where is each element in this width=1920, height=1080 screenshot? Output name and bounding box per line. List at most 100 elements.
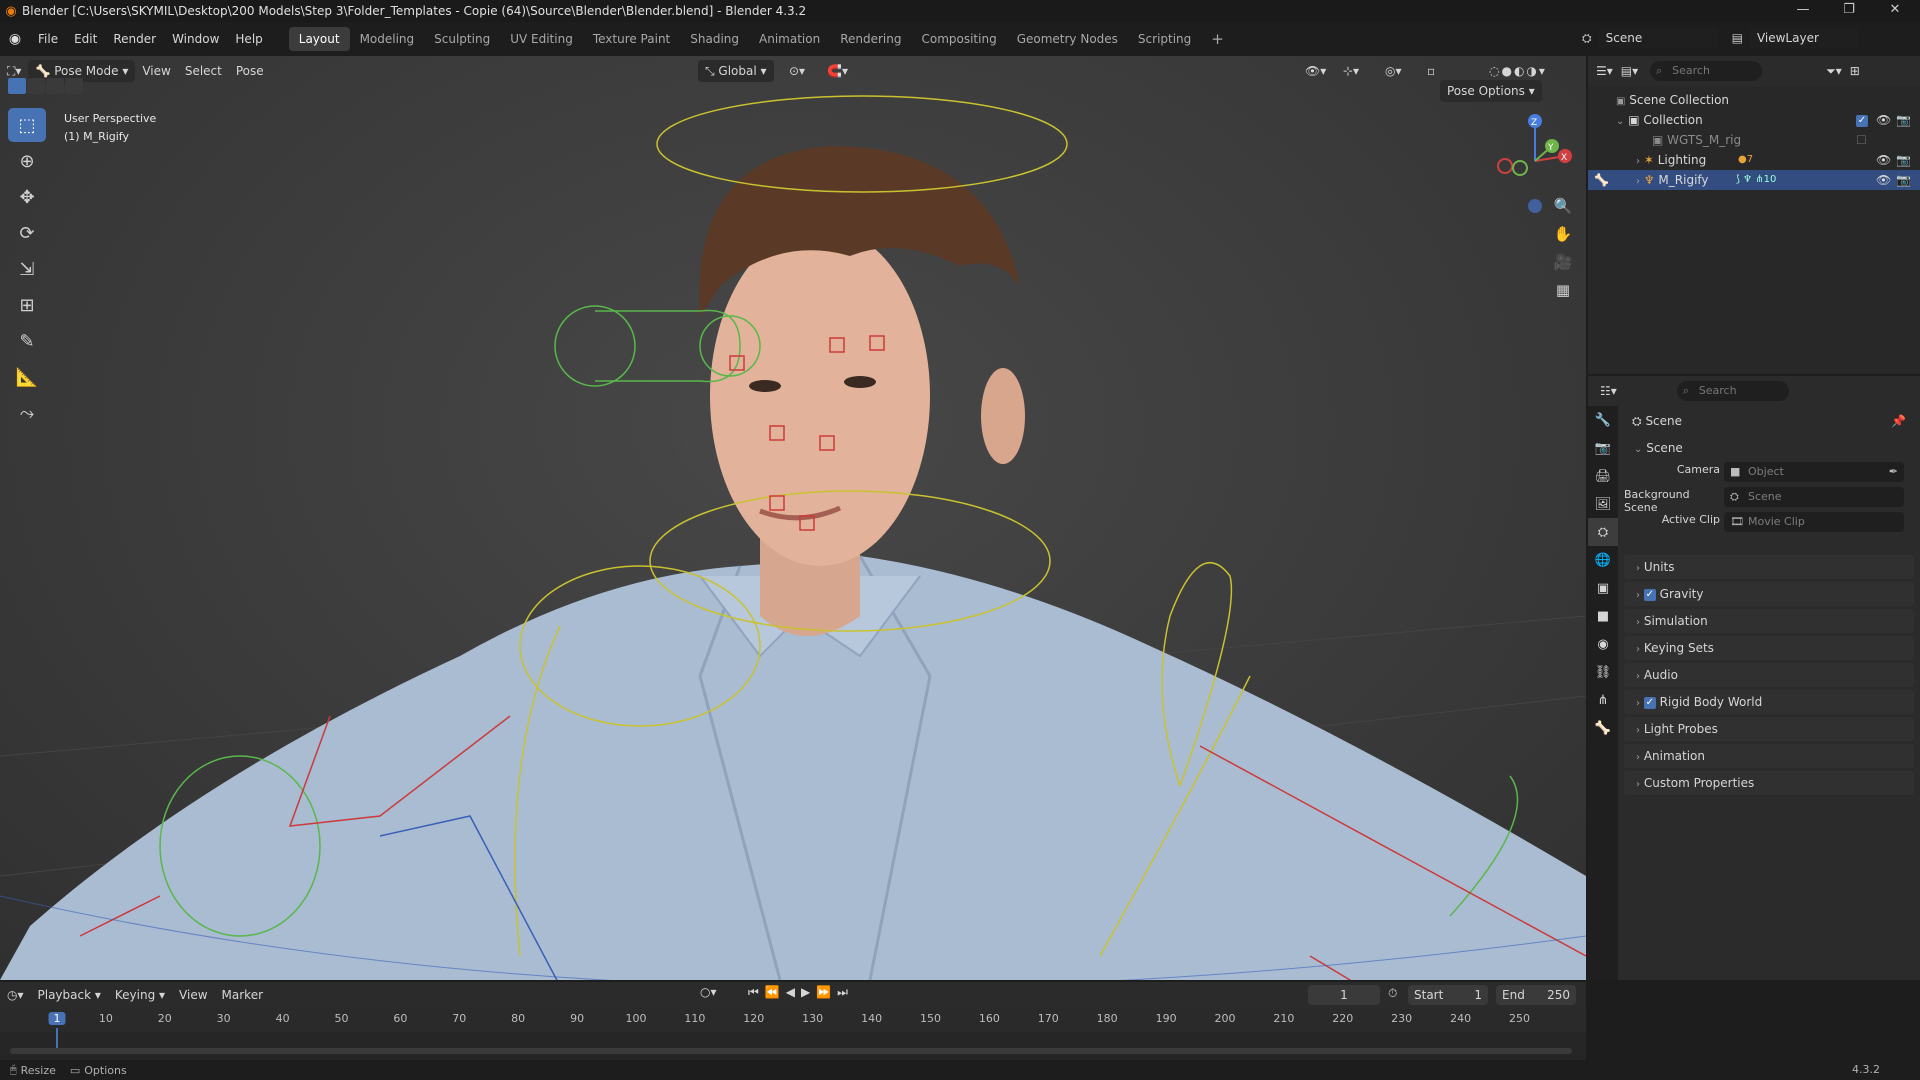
select-extend-icon[interactable] [27, 78, 45, 94]
menu-timeline-view[interactable]: View [172, 984, 214, 1006]
outliner-row-wgts[interactable]: ▣ WGTS_M_rig ☐ [1588, 130, 1920, 150]
menu-render[interactable]: Render [105, 27, 164, 51]
chevron-right-icon[interactable]: › [1636, 617, 1640, 628]
output-tab-icon[interactable]: 🖨 [1588, 462, 1618, 490]
chevron-right-icon[interactable]: › [1636, 644, 1640, 655]
outliner-row-collection[interactable]: ⌄ ▣ Collection ✓ 👁 📷 [1588, 110, 1920, 130]
transform-tool[interactable]: ⊞ [8, 288, 46, 322]
chevron-right-icon[interactable]: › [1636, 725, 1640, 736]
chevron-down-icon[interactable]: ⌄ [1634, 444, 1642, 455]
menu-pose[interactable]: Pose [229, 60, 271, 82]
timeline-scrollbar[interactable] [10, 1048, 1572, 1054]
chevron-right-icon[interactable]: › [1636, 698, 1640, 709]
tab-sculpting[interactable]: Sculpting [424, 27, 500, 51]
properties-search-input[interactable]: ⌕ Search [1676, 381, 1789, 401]
tab-modeling[interactable]: Modeling [350, 27, 425, 51]
select-intersect-icon[interactable] [65, 78, 83, 94]
tab-geometry-nodes[interactable]: Geometry Nodes [1007, 27, 1128, 51]
include-checkbox[interactable]: ✓ [1856, 110, 1868, 130]
menu-select[interactable]: Select [178, 60, 229, 82]
timeline-editor-icon[interactable]: ◷▾ [0, 984, 31, 1006]
tool-tab-icon[interactable]: 🔧 [1588, 406, 1618, 434]
render-camera-icon[interactable]: 📷 [1896, 150, 1911, 170]
frame-ruler[interactable]: 1 10 20 30 40 50 60 70 80 90 100 110 120 130 140 150 160… [0, 1008, 1586, 1032]
menu-playback[interactable]: Playback ▾ [31, 984, 108, 1006]
outliner-search-input[interactable]: ⌕ Search [1650, 61, 1763, 81]
menu-edit[interactable]: Edit [66, 27, 105, 51]
menu-window[interactable]: Window [164, 27, 227, 51]
end-frame-field[interactable]: End 250 [1496, 985, 1576, 1005]
cursor-tool[interactable]: ⊕ [8, 144, 46, 178]
tab-texture-paint[interactable]: Texture Paint [583, 27, 680, 51]
view-layer-tab-icon[interactable]: 🖼 [1588, 490, 1618, 518]
view-layer-selector[interactable]: ViewLayer [1748, 27, 1859, 49]
rotate-tool[interactable]: ⟳ [8, 216, 46, 250]
chevron-right-icon[interactable]: › [1636, 156, 1640, 167]
auto-keying-icon[interactable]: ○▾ [700, 985, 717, 999]
snap-icon[interactable]: 🧲▾ [820, 60, 855, 82]
chevron-right-icon[interactable]: › [1636, 752, 1640, 763]
panel-simulation[interactable]: › Simulation [1624, 609, 1914, 633]
menu-help[interactable]: Help [227, 27, 270, 51]
chevron-right-icon[interactable]: › [1636, 779, 1640, 790]
tab-animation[interactable]: Animation [749, 27, 830, 51]
eyedropper-icon[interactable]: ✒ [1889, 462, 1898, 482]
menu-marker[interactable]: Marker [215, 984, 270, 1006]
render-tab-icon[interactable]: 📷 [1588, 434, 1618, 462]
outliner-row-lighting[interactable]: › ✶ Lighting ●7 👁 📷 [1588, 150, 1920, 170]
chevron-right-icon[interactable]: › [1636, 671, 1640, 682]
pose-options-dropdown[interactable]: Pose Options ▾ [1440, 80, 1542, 102]
scene-selector[interactable]: Scene [1597, 27, 1718, 49]
xray-icon[interactable]: ▫ [1420, 60, 1442, 82]
tab-compositing[interactable]: Compositing [911, 27, 1006, 51]
visibility-eye-icon[interactable]: 👁 [1876, 150, 1891, 170]
panel-gravity[interactable]: › ✓ Gravity [1624, 582, 1914, 606]
new-collection-icon[interactable]: ⊞ [1850, 64, 1860, 78]
chevron-down-icon[interactable]: ⌄ [1616, 116, 1624, 127]
3d-viewport[interactable]: ⛶▾ 🦴 Pose Mode ▾ View Select Pose ⤡ Glob… [0, 56, 1586, 980]
scene-section-header[interactable]: ⌄ Scene [1624, 436, 1920, 460]
move-tool[interactable]: ✥ [8, 180, 46, 214]
relax-pose-tool[interactable]: ⤳ [8, 396, 46, 430]
properties-editor-icon[interactable]: ☷▾ [1600, 384, 1617, 398]
pivot-icon[interactable]: ⊙▾ [782, 60, 812, 82]
outliner-row-m-rigify[interactable]: 🦴 › ♆ M_Rigify ⟆ ♆ ⋔10 👁 📷 [1588, 170, 1920, 190]
gravity-checkbox[interactable]: ✓ [1643, 588, 1656, 601]
panel-audio[interactable]: › Audio [1624, 663, 1914, 687]
background-scene-field[interactable]: ⛭ Scene [1724, 487, 1904, 507]
zoom-icon[interactable]: 🔍 [1548, 192, 1578, 220]
outliner-row-scene-collection[interactable]: ▣ Scene Collection [1588, 90, 1920, 110]
shading-modes-icon[interactable]: ◌●◐◑▾ [1482, 60, 1554, 82]
panel-rigid-body-world[interactable]: › ✓ Rigid Body World [1624, 690, 1914, 714]
rigid-body-checkbox[interactable]: ✓ [1643, 696, 1656, 709]
select-new-icon[interactable] [8, 78, 26, 94]
filter-icon[interactable]: ⏷▾ [1826, 64, 1842, 79]
pan-hand-icon[interactable]: ✋ [1548, 220, 1578, 248]
add-workspace-button[interactable]: + [1201, 27, 1234, 51]
visibility-icon[interactable]: 👁▾ [1298, 60, 1333, 82]
tab-shading[interactable]: Shading [680, 27, 749, 51]
blender-menu-icon[interactable]: ◉ [0, 31, 30, 47]
gizmo-toggle-icon[interactable]: ⊹▾ [1336, 60, 1366, 82]
panel-light-probes[interactable]: › Light Probes [1624, 717, 1914, 741]
minimize-button[interactable]: — [1780, 0, 1826, 22]
overlay-toggle-icon[interactable]: ◎▾ [1378, 60, 1409, 82]
tab-layout[interactable]: Layout [288, 27, 350, 51]
menu-view[interactable]: View [135, 60, 177, 82]
visibility-eye-icon[interactable]: 👁 [1876, 170, 1891, 190]
active-clip-field[interactable]: 🎞 Movie Clip [1724, 512, 1904, 532]
select-subtract-icon[interactable] [46, 78, 64, 94]
maximize-button[interactable]: ❐ [1826, 0, 1872, 22]
menu-keying[interactable]: Keying ▾ [108, 984, 172, 1006]
include-checkbox[interactable]: ☐ [1856, 130, 1867, 150]
measure-tool[interactable]: 📐 [8, 360, 46, 394]
camera-view-icon[interactable]: 🎥 [1548, 248, 1578, 276]
visibility-eye-icon[interactable]: 👁 [1876, 110, 1891, 130]
tab-rendering[interactable]: Rendering [830, 27, 911, 51]
camera-field[interactable]: ■ Object ✒ [1724, 462, 1904, 482]
playback-controls[interactable]: ⏮⏪◀▶⏩⏭ [748, 985, 854, 1000]
annotate-tool[interactable]: ✎ [8, 324, 46, 358]
panel-units[interactable]: › Units [1624, 555, 1914, 579]
chevron-right-icon[interactable]: › [1636, 563, 1640, 574]
clock-icon[interactable]: ⏱ [1388, 986, 1397, 1001]
